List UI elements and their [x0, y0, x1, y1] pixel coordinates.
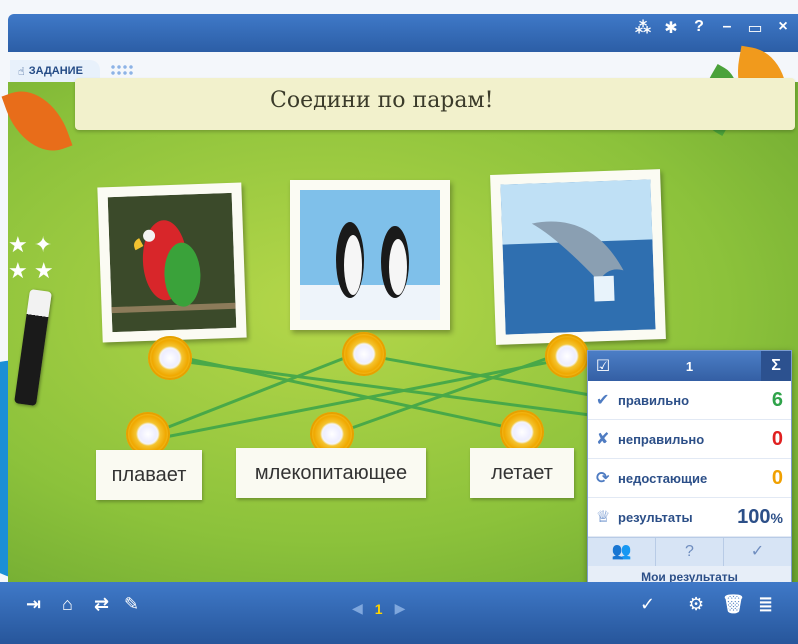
- word-label: плавает: [111, 463, 187, 486]
- app-window: ⁂ ✱ ? – ▭ × ☝ ЗАДАНИЕ Соедини по парам!: [0, 0, 798, 644]
- checkmark-icon: ✔: [596, 392, 610, 409]
- trophy-icon: ♕: [596, 509, 611, 526]
- menu-icon[interactable]: ≣: [758, 594, 773, 615]
- score-number: 100: [737, 505, 771, 528]
- connection-line: [171, 358, 591, 417]
- connector-flower-parrot[interactable]: [148, 336, 192, 380]
- reload-icon[interactable]: ⇄: [94, 594, 109, 615]
- connector-flower-dolphin[interactable]: [545, 334, 589, 378]
- result-label: неправильно: [618, 431, 705, 447]
- settings-icon[interactable]: ⚙: [688, 594, 704, 615]
- result-row-score: ♕ результаты 100%: [588, 498, 791, 537]
- check-button[interactable]: ✓: [724, 538, 791, 566]
- word-card-flies[interactable]: летает: [470, 448, 574, 498]
- word-card-mammal[interactable]: млекопитающее: [236, 448, 426, 498]
- results-panel: ☑ 1 Σ ✔ правильно 6 ✘ неправильно 0 ⟳ не…: [587, 350, 792, 592]
- word-label: млекопитающее: [254, 461, 408, 484]
- check-answer-icon[interactable]: ✓: [640, 594, 655, 615]
- results-header: ☑ 1 Σ: [588, 351, 791, 381]
- result-row-wrong: ✘ неправильно 0: [588, 420, 791, 459]
- result-row-correct: ✔ правильно 6: [588, 381, 791, 420]
- page-number: 1: [374, 600, 383, 617]
- stars-decoration: ★ ✦ ★ ★: [8, 232, 54, 283]
- sum-icon[interactable]: Σ: [761, 351, 791, 381]
- trash-icon[interactable]: 🗑: [722, 594, 745, 615]
- cross-icon: ✘: [596, 431, 610, 448]
- result-label: результаты: [618, 509, 693, 525]
- result-label: недостающие: [618, 470, 708, 486]
- refresh-icon: ⟳: [596, 470, 610, 487]
- home-icon[interactable]: ⌂: [62, 594, 73, 615]
- result-value: 0: [771, 427, 783, 450]
- word-label: летает: [491, 461, 553, 484]
- result-label: правильно: [618, 392, 690, 408]
- page-navigation: ◀ 1 ▶: [352, 600, 405, 617]
- help-button[interactable]: ?: [656, 538, 724, 566]
- result-value: 0: [771, 466, 783, 489]
- prev-page-button[interactable]: ◀: [352, 600, 363, 617]
- result-value: 6: [771, 388, 783, 411]
- results-page-number: 1: [685, 358, 694, 374]
- result-value: 100%: [737, 506, 783, 529]
- results-footer: 👥 ? ✓: [588, 537, 791, 566]
- word-card-swims[interactable]: плавает: [96, 450, 202, 500]
- next-page-button[interactable]: ▶: [395, 600, 406, 617]
- edit-icon[interactable]: ✎: [124, 594, 139, 615]
- checklist-icon[interactable]: ☑: [588, 356, 618, 376]
- exit-icon[interactable]: ⇥: [26, 594, 41, 615]
- connector-flower-penguins[interactable]: [342, 332, 386, 376]
- result-row-missing: ⟳ недостающие 0: [588, 459, 791, 498]
- users-icon[interactable]: 👥: [588, 538, 656, 566]
- score-unit: %: [770, 509, 783, 526]
